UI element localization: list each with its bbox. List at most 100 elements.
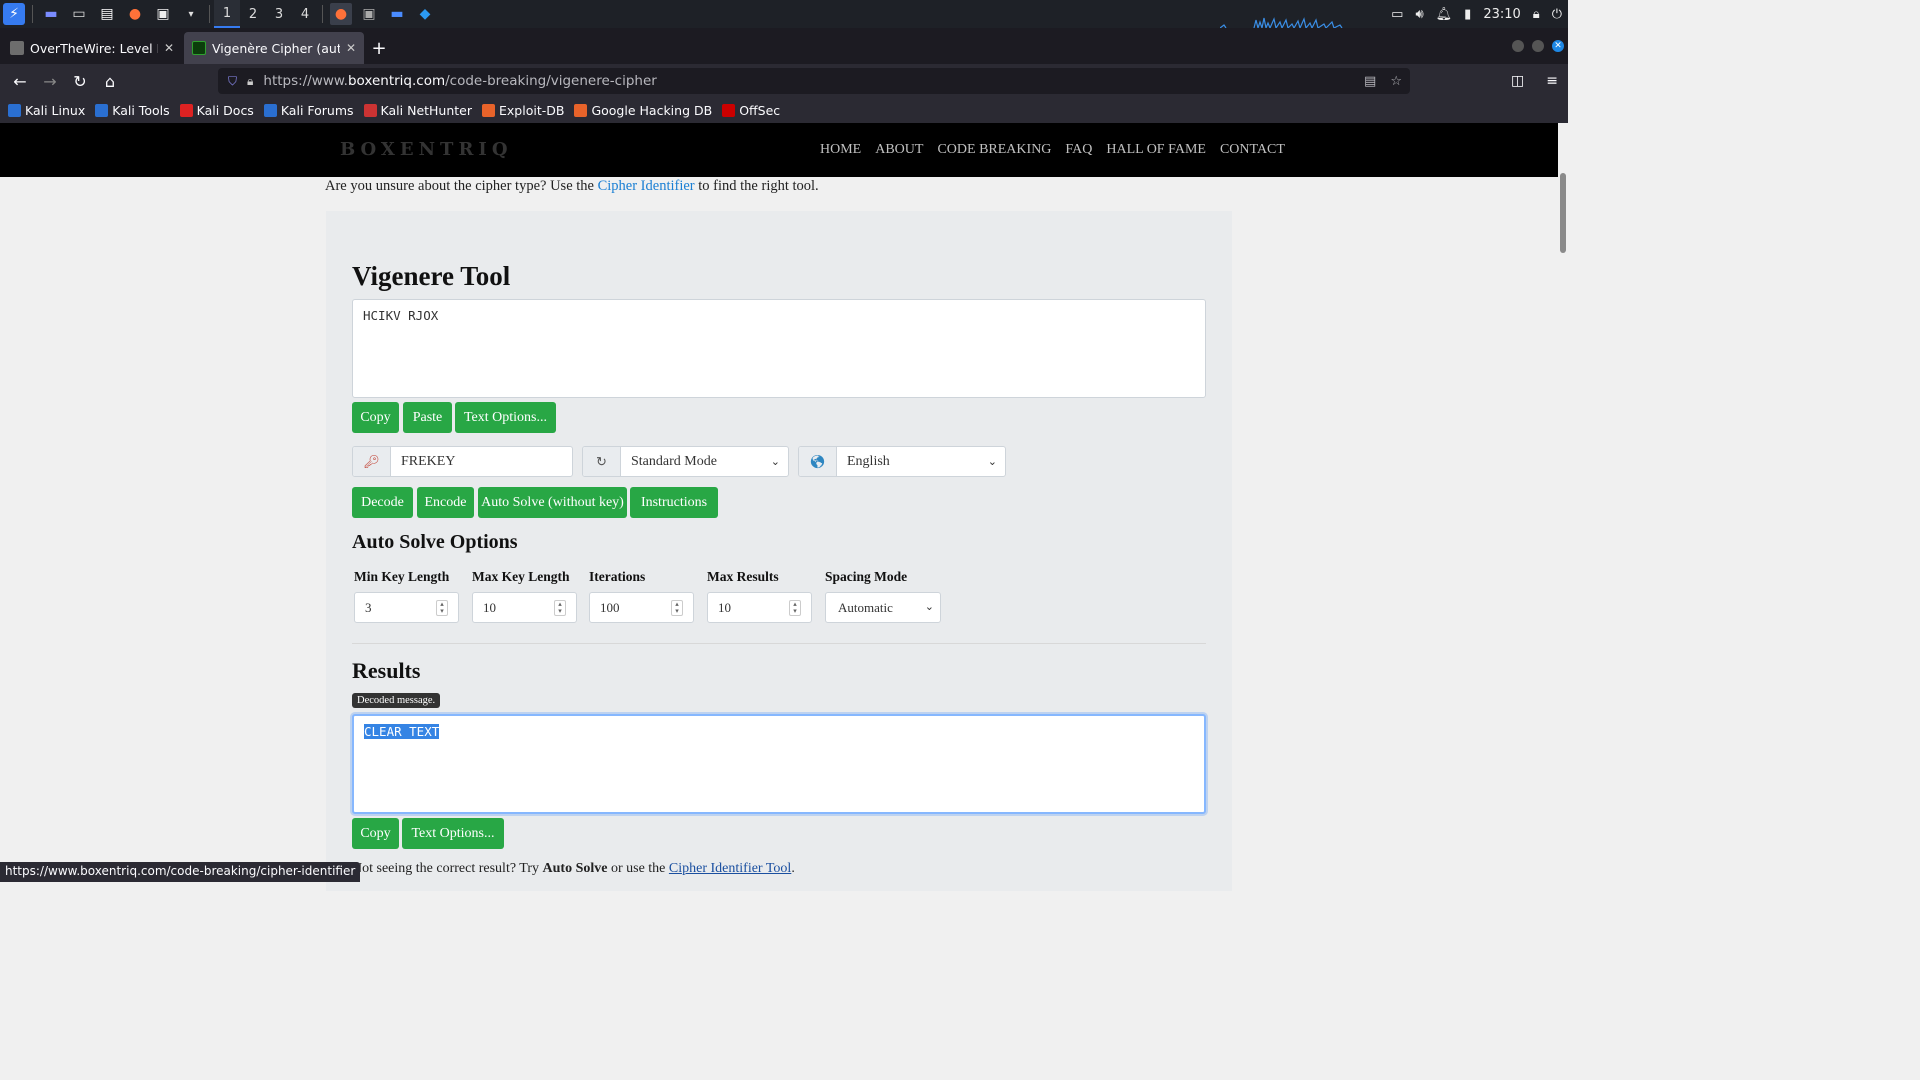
chevron-down-icon[interactable]: ⌄ [988, 447, 1005, 476]
folder-window-icon[interactable]: ▬ [386, 3, 408, 25]
bookmark-kali-linux[interactable]: Kali Linux [8, 103, 85, 118]
bookmark-kali-docs[interactable]: Kali Docs [179, 103, 254, 118]
encode-button[interactable]: Encode [417, 487, 474, 518]
min-key-length-input[interactable]: 3 ▴ ▾ [354, 592, 459, 623]
back-button[interactable]: ← [6, 67, 34, 95]
decode-button[interactable]: Decode [352, 487, 413, 518]
cpu-graph-icon [1220, 17, 1343, 28]
taskbar-separator [209, 5, 210, 23]
bookmark-google-hacking-db[interactable]: Google Hacking DB [574, 103, 712, 118]
workspace-4[interactable]: 4 [292, 0, 318, 28]
pocket-icon[interactable]: ◫ [1511, 73, 1524, 89]
input-text-options-button[interactable]: Text Options... [455, 402, 556, 433]
reload-button[interactable]: ↻ [66, 67, 94, 95]
page-scrollbar[interactable] [1558, 123, 1568, 882]
nav-home[interactable]: HOME [820, 142, 861, 158]
results-title: Results [352, 658, 421, 683]
page-content: Are you unsure about the cipher type? Us… [0, 177, 1558, 891]
cipher-identifier-link[interactable]: Cipher Identifier [598, 178, 695, 194]
key-input[interactable]: FREKEY [391, 447, 572, 476]
tab-overthewire[interactable]: OverTheWire: Level Info ✕ [2, 32, 182, 64]
maximize-button[interactable] [1532, 40, 1544, 52]
result-textarea[interactable]: CLEAR TEXT [352, 714, 1206, 814]
clock[interactable]: 23:10 [1483, 7, 1520, 22]
spacing-mode-select[interactable]: Automatic ⌄ [825, 592, 941, 623]
iterations-input[interactable]: 100 ▴ ▾ [589, 592, 694, 623]
scrollbar-thumb[interactable] [1560, 173, 1566, 253]
result-text-options-button[interactable]: Text Options... [402, 818, 504, 849]
taskbar-separator [322, 5, 323, 23]
chevron-down-icon[interactable]: ⌄ [771, 447, 788, 476]
new-tab-button[interactable]: + [364, 32, 394, 64]
max-key-length-input[interactable]: 10 ▴ ▾ [472, 592, 577, 623]
spinner-icon[interactable]: ▴ ▾ [671, 600, 683, 616]
spinner-icon[interactable]: ▴ ▾ [554, 600, 566, 616]
bookmark-star-icon[interactable]: ☆ [1390, 74, 1402, 89]
auto-solve-button[interactable]: Auto Solve (without key) [478, 487, 627, 518]
result-text: CLEAR TEXT [364, 724, 440, 739]
firefox-icon[interactable]: ● [124, 3, 146, 25]
firefox-window-icon[interactable]: ● [330, 3, 352, 25]
spinner-icon[interactable]: ▴ ▾ [436, 600, 448, 616]
vscode-window-icon[interactable]: ◆ [414, 3, 436, 25]
globe-icon: 🌎︎ [799, 447, 837, 476]
max-results-input[interactable]: 10 ▴ ▾ [707, 592, 812, 623]
auto-solve-bold: Auto Solve [542, 861, 608, 876]
bookmark-offsec[interactable]: OffSec [722, 103, 780, 118]
close-window-button[interactable]: ✕ [1552, 40, 1564, 52]
file-manager-icon[interactable]: ▭ [68, 3, 90, 25]
close-tab-icon[interactable]: ✕ [346, 41, 356, 55]
bookmark-label: Exploit-DB [499, 103, 565, 118]
shield-icon[interactable]: ⛉ [228, 74, 237, 89]
mode-select-group: ↻ Standard Mode ⌄ [582, 446, 789, 477]
nav-faq[interactable]: FAQ [1065, 142, 1092, 158]
notification-bell-icon[interactable]: 🔔︎ [1436, 7, 1453, 22]
auto-solve-options-title: Auto Solve Options [352, 531, 518, 553]
exploit-db-icon [482, 104, 496, 117]
text-editor-icon[interactable]: ▤ [96, 3, 118, 25]
battery-icon[interactable]: ▮ [1464, 7, 1471, 22]
cipher-identifier-tool-link[interactable]: Cipher Identifier Tool [669, 861, 791, 876]
hamburger-menu-icon[interactable]: ≡ [1546, 73, 1558, 89]
tab-vigenere[interactable]: Vigenère Cipher (automat ✕ [184, 32, 364, 64]
site-logo[interactable]: BOXENTRIQ [340, 139, 513, 160]
screen-icon[interactable]: ▭ [1391, 7, 1403, 22]
bookmark-label: Kali Forums [280, 103, 354, 118]
lock-icon[interactable]: 🔒︎ [247, 74, 253, 89]
power-icon[interactable]: ⏻ [1552, 7, 1562, 22]
mode-select[interactable]: Standard Mode [621, 447, 771, 476]
minimize-button[interactable] [1512, 40, 1524, 52]
terminal-window-icon[interactable]: ▣ [358, 3, 380, 25]
url-bar[interactable]: ⛉ 🔒︎ https://www. boxentriq.com/code-brea… [218, 68, 1410, 94]
nav-hall-of-fame[interactable]: HALL OF FAME [1106, 142, 1206, 158]
bookmark-kali-nethunter[interactable]: Kali NetHunter [363, 103, 472, 118]
nav-about[interactable]: ABOUT [875, 142, 923, 158]
forward-button[interactable]: → [36, 67, 64, 95]
kali-menu-icon[interactable]: ⚡ [3, 3, 25, 25]
copy-result-button[interactable]: Copy [352, 818, 399, 849]
spinner-icon[interactable]: ▴ ▾ [789, 600, 801, 616]
paste-button[interactable]: Paste [403, 402, 452, 433]
bookmark-kali-tools[interactable]: Kali Tools [95, 103, 170, 118]
terminal-icon[interactable]: ▣ [152, 3, 174, 25]
instructions-button[interactable]: Instructions [630, 487, 718, 518]
nav-contact[interactable]: CONTACT [1220, 142, 1285, 158]
home-button[interactable]: ⌂ [96, 67, 124, 95]
workspace-3[interactable]: 3 [266, 0, 292, 28]
desktop-icon[interactable]: ▬ [40, 3, 62, 25]
chevron-down-icon[interactable]: ▾ [180, 3, 202, 25]
language-select[interactable]: English [837, 447, 988, 476]
bookmark-kali-forums[interactable]: Kali Forums [263, 103, 354, 118]
nav-code-breaking[interactable]: CODE BREAKING [937, 142, 1051, 158]
status-bar-url: https://www.boxentriq.com/code-breaking/… [0, 862, 361, 882]
lock-icon[interactable]: 🔒︎ [1533, 7, 1540, 22]
reader-view-icon[interactable]: ▤ [1364, 74, 1376, 89]
url-path: /code-breaking/vigenere-cipher [445, 73, 657, 89]
cipher-input-textarea[interactable]: HCIKV RJOX [352, 299, 1206, 398]
volume-icon[interactable]: 🔊︎ [1415, 7, 1423, 22]
workspace-2[interactable]: 2 [240, 0, 266, 28]
close-tab-icon[interactable]: ✕ [164, 41, 174, 55]
workspace-1[interactable]: 1 [214, 0, 240, 28]
bookmark-exploit-db[interactable]: Exploit-DB [482, 103, 564, 118]
copy-input-button[interactable]: Copy [352, 402, 399, 433]
